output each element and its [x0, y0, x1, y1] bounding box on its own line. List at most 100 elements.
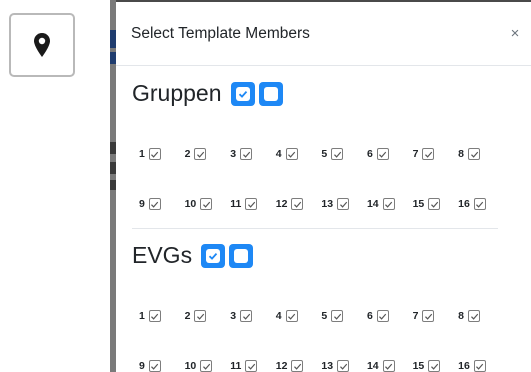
member-item[interactable]: 5: [321, 148, 367, 160]
member-number: 1: [139, 310, 145, 322]
member-item[interactable]: 14: [367, 198, 413, 210]
member-number: 4: [275, 148, 282, 160]
member-checkbox[interactable]: [468, 148, 480, 160]
member-checkbox[interactable]: [240, 310, 253, 322]
member-item[interactable]: 5: [321, 310, 367, 322]
member-checkbox[interactable]: [148, 148, 161, 160]
member-checkbox[interactable]: [245, 198, 258, 210]
member-item[interactable]: 10: [185, 198, 231, 210]
member-checkbox[interactable]: [331, 148, 344, 160]
member-item[interactable]: 13: [321, 360, 367, 372]
member-number: 11: [230, 198, 242, 210]
member-number: 7: [412, 148, 419, 160]
member-number: 6: [366, 148, 373, 160]
member-item[interactable]: 3: [230, 310, 276, 322]
member-checkbox[interactable]: [376, 148, 389, 160]
member-item[interactable]: 9: [139, 198, 185, 210]
member-checkbox[interactable]: [428, 360, 441, 372]
member-item[interactable]: 8: [458, 148, 504, 160]
member-checkbox[interactable]: [291, 198, 304, 210]
member-item[interactable]: 11: [230, 360, 276, 372]
member-item[interactable]: 9: [139, 360, 185, 372]
group-title: EVGs: [132, 242, 193, 268]
member-number: 13: [321, 360, 334, 372]
member-number: 14: [366, 360, 379, 372]
member-number: 5: [321, 148, 328, 160]
member-item[interactable]: 13: [321, 198, 367, 210]
member-checkbox[interactable]: [382, 360, 395, 372]
map-marker-button[interactable]: [9, 13, 75, 77]
member-checkbox[interactable]: [148, 360, 161, 372]
member-item[interactable]: 15: [413, 360, 459, 372]
member-checkbox[interactable]: [285, 310, 298, 322]
member-checkbox[interactable]: [473, 360, 486, 372]
member-checkbox[interactable]: [422, 148, 435, 160]
member-checkbox[interactable]: [382, 198, 395, 210]
member-item[interactable]: 12: [276, 198, 322, 210]
member-item[interactable]: 1: [139, 310, 185, 322]
member-checkbox[interactable]: [148, 310, 161, 322]
member-number: 9: [139, 360, 145, 372]
empty-box-icon: [234, 248, 249, 263]
group-header: EVGs: [132, 242, 254, 269]
member-number: 12: [275, 360, 288, 372]
deselect-all-button[interactable]: [258, 81, 283, 106]
member-item[interactable]: 2: [185, 310, 231, 322]
member-item[interactable]: 2: [185, 148, 231, 160]
member-item[interactable]: 7: [413, 310, 459, 322]
member-checkbox[interactable]: [200, 198, 213, 210]
member-number: 1: [139, 148, 145, 160]
member-checkbox[interactable]: [194, 310, 207, 322]
member-checkbox[interactable]: [148, 198, 161, 210]
member-checkbox[interactable]: [331, 310, 344, 322]
member-checkbox[interactable]: [337, 198, 350, 210]
member-number: 4: [275, 310, 282, 322]
select-all-button[interactable]: [230, 81, 255, 106]
member-checkbox[interactable]: [428, 198, 441, 210]
member-checkbox[interactable]: [291, 360, 304, 372]
member-checkbox[interactable]: [194, 148, 207, 160]
member-checkbox[interactable]: [473, 198, 486, 210]
close-icon[interactable]: ×: [505, 24, 525, 44]
group-title: Gruppen: [132, 80, 222, 106]
member-number: 10: [184, 198, 197, 210]
member-item[interactable]: 14: [367, 360, 413, 372]
member-number: 16: [458, 198, 470, 210]
member-number: 12: [275, 198, 288, 210]
deselect-all-button[interactable]: [229, 243, 254, 268]
member-checkbox[interactable]: [245, 360, 258, 372]
member-row: 1 2 3 4 5 6 7 8: [139, 310, 504, 322]
member-checkbox[interactable]: [376, 310, 389, 322]
check-icon: [206, 248, 221, 263]
member-item[interactable]: 6: [367, 310, 413, 322]
select-all-button[interactable]: [201, 243, 226, 268]
member-number: 14: [366, 198, 379, 210]
member-checkbox[interactable]: [422, 310, 435, 322]
member-item[interactable]: 7: [413, 148, 459, 160]
member-item[interactable]: 3: [230, 148, 276, 160]
member-checkbox[interactable]: [285, 148, 298, 160]
group-header: Gruppen: [132, 80, 283, 107]
member-number: 7: [412, 310, 419, 322]
member-item[interactable]: 15: [413, 198, 459, 210]
member-item[interactable]: 8: [458, 310, 504, 322]
member-number: 11: [230, 360, 242, 372]
member-item[interactable]: 16: [458, 360, 504, 372]
member-checkbox[interactable]: [468, 310, 480, 322]
member-row: 9 10 11 12 13 14 15 16: [139, 360, 504, 372]
member-number: 6: [366, 310, 373, 322]
member-item[interactable]: 1: [139, 148, 185, 160]
member-item[interactable]: 16: [458, 198, 504, 210]
member-number: 3: [230, 148, 237, 160]
member-item[interactable]: 10: [185, 360, 231, 372]
member-checkbox[interactable]: [337, 360, 350, 372]
member-item[interactable]: 12: [276, 360, 322, 372]
member-item[interactable]: 4: [276, 148, 322, 160]
member-number: 2: [184, 310, 191, 322]
member-checkbox[interactable]: [240, 148, 253, 160]
member-item[interactable]: 11: [230, 198, 276, 210]
member-checkbox[interactable]: [200, 360, 213, 372]
member-item[interactable]: 4: [276, 310, 322, 322]
member-item[interactable]: 6: [367, 148, 413, 160]
member-number: 9: [139, 198, 145, 210]
